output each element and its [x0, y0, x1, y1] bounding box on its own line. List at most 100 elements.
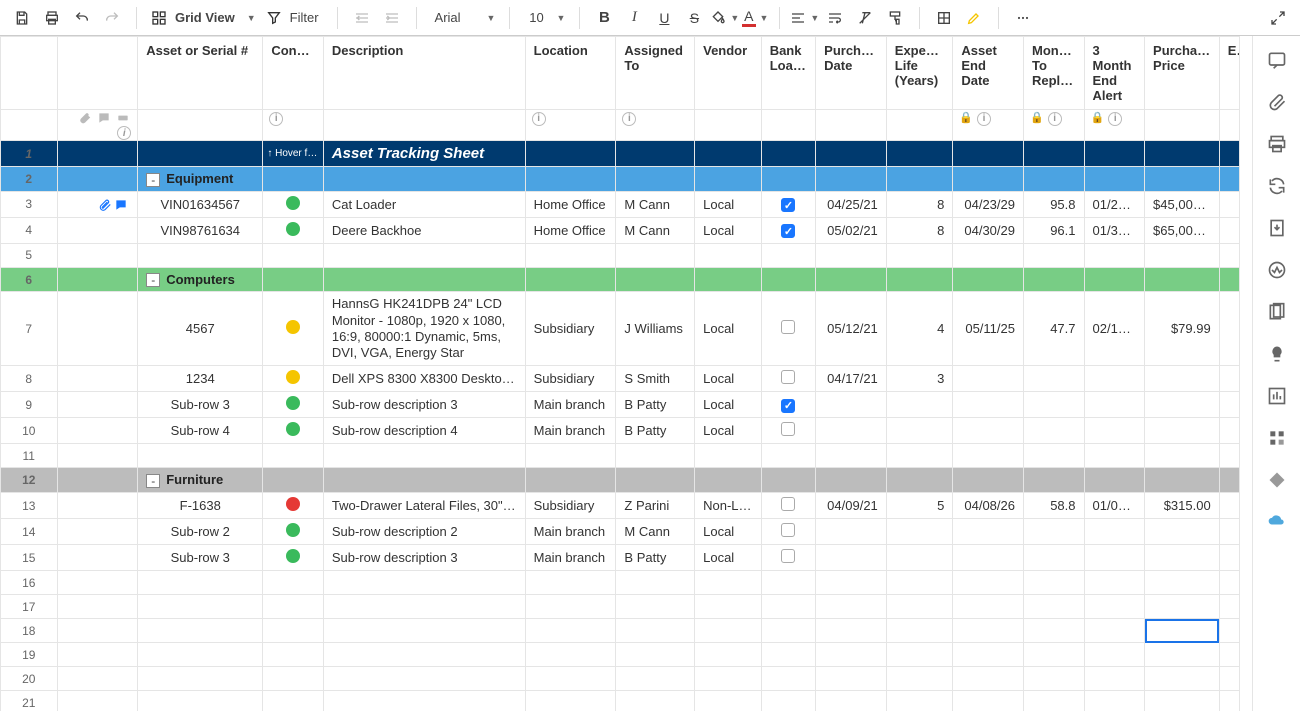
cell-pdate[interactable]: [816, 519, 887, 545]
cell-pdate[interactable]: [816, 418, 887, 444]
collapse-toggle[interactable]: -: [146, 173, 160, 187]
cell-assigned[interactable]: M Cann: [616, 217, 695, 243]
row-number[interactable]: 18: [1, 619, 58, 643]
cell[interactable]: [953, 619, 1024, 643]
cell-bank[interactable]: [761, 418, 815, 444]
cell[interactable]: [761, 691, 815, 711]
checkbox[interactable]: [781, 320, 795, 334]
cell-bank[interactable]: [761, 217, 815, 243]
cell[interactable]: [1023, 595, 1084, 619]
cell-vendor[interactable]: Local: [695, 217, 762, 243]
cell-months[interactable]: 58.8: [1023, 493, 1084, 519]
outdent-icon[interactable]: [348, 4, 376, 32]
row-number[interactable]: 19: [1, 643, 58, 667]
cell-price[interactable]: $79.99: [1145, 292, 1220, 366]
collapse-panel-icon[interactable]: [1264, 4, 1292, 32]
cell-end[interactable]: [953, 545, 1024, 571]
cell-months[interactable]: [1023, 519, 1084, 545]
cell[interactable]: [1023, 571, 1084, 595]
cell[interactable]: [1145, 243, 1220, 267]
cell-bank[interactable]: [761, 392, 815, 418]
checkbox[interactable]: [781, 497, 795, 511]
cell-life[interactable]: 8: [886, 217, 953, 243]
table-row[interactable]: 9Sub-row 3Sub-row description 3Main bran…: [1, 392, 1240, 418]
cell[interactable]: [1219, 571, 1239, 595]
align-icon[interactable]: ▼: [790, 4, 819, 32]
cell[interactable]: [263, 571, 324, 595]
col-vendor[interactable]: Vendor: [695, 37, 762, 110]
cell[interactable]: [953, 243, 1024, 267]
clear-format-icon[interactable]: [851, 4, 879, 32]
cell-price[interactable]: [1145, 519, 1220, 545]
cell[interactable]: [953, 667, 1024, 691]
cell-life[interactable]: 5: [886, 493, 953, 519]
cell-assigned[interactable]: B Patty: [616, 392, 695, 418]
cell[interactable]: [138, 595, 263, 619]
cell-pdate[interactable]: [816, 545, 887, 571]
info-icon[interactable]: i: [1048, 112, 1062, 126]
checkbox[interactable]: [781, 370, 795, 384]
cell-extra[interactable]: [1219, 519, 1239, 545]
font-size-selector[interactable]: 10 ▼: [520, 10, 569, 25]
text-color-icon[interactable]: A▼: [741, 4, 769, 32]
cell-location[interactable]: Main branch: [525, 418, 616, 444]
cell-asset[interactable]: VIN98761634: [138, 217, 263, 243]
cell[interactable]: [1219, 243, 1239, 267]
row-number[interactable]: 4: [1, 217, 58, 243]
row-number[interactable]: 17: [1, 595, 58, 619]
cell-condition[interactable]: [263, 545, 324, 571]
checkbox[interactable]: [781, 224, 795, 238]
col-location[interactable]: Location: [525, 37, 616, 110]
cell-price[interactable]: $65,000.00: [1145, 217, 1220, 243]
table-row[interactable]: 13F-1638Two-Drawer Lateral Files, 30" WS…: [1, 493, 1240, 519]
col-life[interactable]: Expect... Life (Years): [886, 37, 953, 110]
info-icon[interactable]: i: [269, 112, 283, 126]
cell[interactable]: [1023, 667, 1084, 691]
info-icon[interactable]: i: [1108, 112, 1122, 126]
row-number[interactable]: 14: [1, 519, 58, 545]
cell-extra[interactable]: [1219, 292, 1239, 366]
cell-vendor[interactable]: Local: [695, 392, 762, 418]
group-header[interactable]: -Equipment: [138, 167, 263, 192]
attachments-icon[interactable]: [1267, 92, 1287, 112]
cell-condition[interactable]: [263, 519, 324, 545]
group-header[interactable]: -Furniture: [138, 468, 263, 493]
cell[interactable]: [1084, 643, 1145, 667]
cell[interactable]: [138, 643, 263, 667]
cell-description[interactable]: Sub-row description 2: [323, 519, 525, 545]
cell-alert[interactable]: 01/23/29: [1084, 191, 1145, 217]
cell[interactable]: [695, 691, 762, 711]
cell[interactable]: [816, 619, 887, 643]
redo-icon[interactable]: [98, 4, 126, 32]
cell[interactable]: [886, 667, 953, 691]
cell-assigned[interactable]: B Patty: [616, 545, 695, 571]
cell[interactable]: [616, 643, 695, 667]
cell-assigned[interactable]: M Cann: [616, 519, 695, 545]
row-number[interactable]: 3: [1, 191, 58, 217]
cell-vendor[interactable]: Local: [695, 545, 762, 571]
col-pdate[interactable]: Purchase Date: [816, 37, 887, 110]
cell-location[interactable]: Main branch: [525, 392, 616, 418]
cell-location[interactable]: Main branch: [525, 519, 616, 545]
cell[interactable]: [695, 667, 762, 691]
cell[interactable]: [953, 444, 1024, 468]
row-number[interactable]: 1: [1, 141, 58, 167]
cell-asset[interactable]: Sub-row 3: [138, 545, 263, 571]
cell-months[interactable]: 96.1: [1023, 217, 1084, 243]
cell[interactable]: [138, 571, 263, 595]
cell-condition[interactable]: [263, 493, 324, 519]
cell-months[interactable]: 47.7: [1023, 292, 1084, 366]
cell-end[interactable]: [953, 519, 1024, 545]
col-asset[interactable]: Asset or Serial #: [138, 37, 263, 110]
row-number[interactable]: 11: [1, 444, 58, 468]
collapse-toggle[interactable]: -: [146, 273, 160, 287]
cell[interactable]: [138, 444, 263, 468]
group-row[interactable]: 2-Equipment: [1, 167, 1240, 192]
col-enddate[interactable]: Asset End Date: [953, 37, 1024, 110]
cell[interactable]: [323, 595, 525, 619]
indent-icon[interactable]: [378, 4, 406, 32]
cell[interactable]: [761, 243, 815, 267]
table-row[interactable]: 16: [1, 571, 1240, 595]
cell[interactable]: [616, 595, 695, 619]
cell[interactable]: [616, 444, 695, 468]
